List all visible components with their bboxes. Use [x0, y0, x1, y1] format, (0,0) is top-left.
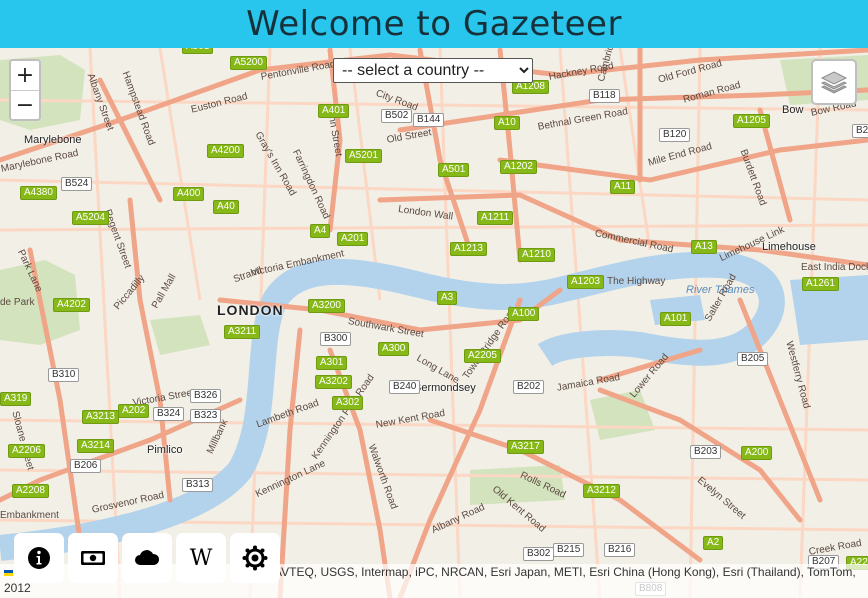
road-shield: A1203	[567, 275, 604, 289]
road-shield: A2206	[8, 444, 45, 458]
road-shield: A501	[438, 163, 470, 177]
page-header: Welcome to Gazeteer	[0, 0, 868, 48]
easy-button-bar: W	[14, 533, 280, 583]
road-shield: A4200	[207, 144, 244, 158]
road-shield: A2208	[12, 484, 49, 498]
road-shield: A11	[610, 180, 636, 194]
road-shield: A4380	[20, 186, 57, 200]
road-shield: B324	[153, 407, 185, 421]
road-shield: A100	[508, 307, 540, 321]
road-shield: B326	[190, 389, 222, 403]
news-button[interactable]	[230, 533, 280, 583]
zoom-control: + −	[9, 59, 41, 121]
place-label: Limehouse	[762, 241, 816, 253]
road-shield: A3	[437, 291, 458, 305]
road-shield: A3212	[583, 484, 620, 498]
info-button[interactable]	[14, 533, 64, 583]
road-shield: B323	[190, 409, 222, 423]
road-shield: A4	[310, 224, 331, 238]
road-label: Embankment	[0, 510, 59, 521]
map-view[interactable]: Marylebone LONDON Bermondsey Pimlico Limehou…	[0, 48, 868, 598]
road-shield: B502	[381, 109, 413, 123]
wikipedia-button[interactable]: W	[176, 533, 226, 583]
gazeteer-app: Welcome to Gazeteer Marylebone LONDON Be…	[0, 0, 868, 598]
road-shield: A302	[332, 396, 364, 410]
road-shield: A4202	[53, 298, 90, 312]
road-shield: A1202	[500, 160, 537, 174]
road-shield: A2205	[464, 349, 501, 363]
road-shield: A400	[173, 187, 205, 201]
banknote-icon	[81, 551, 105, 565]
road-shield: A3202	[315, 375, 352, 389]
currency-button[interactable]	[68, 533, 118, 583]
road-shield: A401	[318, 104, 350, 118]
layers-icon	[820, 71, 848, 94]
road-shield: A13	[691, 240, 717, 254]
road-shield: A319	[0, 392, 32, 406]
info-circle-icon	[28, 547, 50, 569]
road-shield: B240	[389, 380, 421, 394]
road-shield: A2	[703, 536, 724, 550]
road-shield: B524	[61, 177, 93, 191]
road-label: East India Dock	[801, 262, 868, 273]
zoom-out-button[interactable]: −	[11, 90, 39, 119]
road-shield: A1261	[802, 277, 839, 291]
road-shield: A202	[118, 404, 150, 418]
road-shield: A301	[316, 356, 348, 370]
road-shield: A1213	[450, 242, 487, 256]
road-shield: A40	[213, 200, 239, 214]
road-shield: B206	[70, 459, 102, 473]
cloud-icon	[135, 550, 160, 565]
ukraine-flag-icon	[4, 570, 13, 576]
road-shield: A3213	[82, 410, 119, 424]
road-shield: B203	[690, 445, 722, 459]
road-shield: A1205	[733, 114, 770, 128]
road-label: The Highway	[607, 276, 666, 287]
road-shield: A5201	[345, 149, 382, 163]
road-shield: A5204	[72, 211, 109, 225]
road-shield: A10	[494, 116, 520, 130]
road-shield: B120	[659, 128, 691, 142]
virus-icon	[242, 545, 268, 571]
weather-button[interactable]	[122, 533, 172, 583]
road-shield: A3200	[308, 299, 345, 313]
layers-control[interactable]	[811, 59, 857, 105]
zoom-in-button[interactable]: +	[11, 61, 39, 90]
road-shield: B300	[320, 332, 352, 346]
road-shield: A300	[378, 342, 410, 356]
country-select[interactable]: -- select a country --	[333, 58, 533, 83]
page-title: Welcome to Gazeteer	[246, 4, 622, 44]
road-shield: B216	[604, 543, 636, 557]
place-label: LONDON	[217, 302, 284, 318]
road-shield: B144	[413, 113, 445, 127]
road-shield: A201	[337, 232, 369, 246]
place-label: Bermondsey	[414, 382, 476, 394]
road-shield: A3217	[507, 440, 544, 454]
road-shield: A3211	[224, 325, 261, 339]
road-shield: A3214	[77, 439, 114, 453]
road-shield: B313	[182, 478, 214, 492]
road-shield: A101	[660, 312, 692, 326]
road-shield: B202	[513, 380, 545, 394]
road-shield: A200	[741, 446, 773, 460]
road-shield: A1210	[518, 248, 555, 262]
place-label: Marylebone	[24, 134, 82, 146]
road-shield: A501	[182, 48, 214, 54]
place-label: Pimlico	[147, 444, 183, 456]
wikipedia-icon: W	[189, 545, 213, 571]
road-shield: B227	[852, 124, 868, 138]
road-shield: A5200	[230, 56, 267, 70]
road-shield: B215	[553, 543, 585, 557]
road-shield: B205	[737, 352, 769, 366]
road-shield: B118	[589, 89, 620, 103]
road-shield: B302	[523, 547, 555, 561]
road-shield: A1211	[477, 211, 514, 225]
place-label: Bow	[782, 104, 804, 116]
road-label: de Park	[0, 297, 35, 308]
road-shield: B310	[48, 368, 80, 382]
